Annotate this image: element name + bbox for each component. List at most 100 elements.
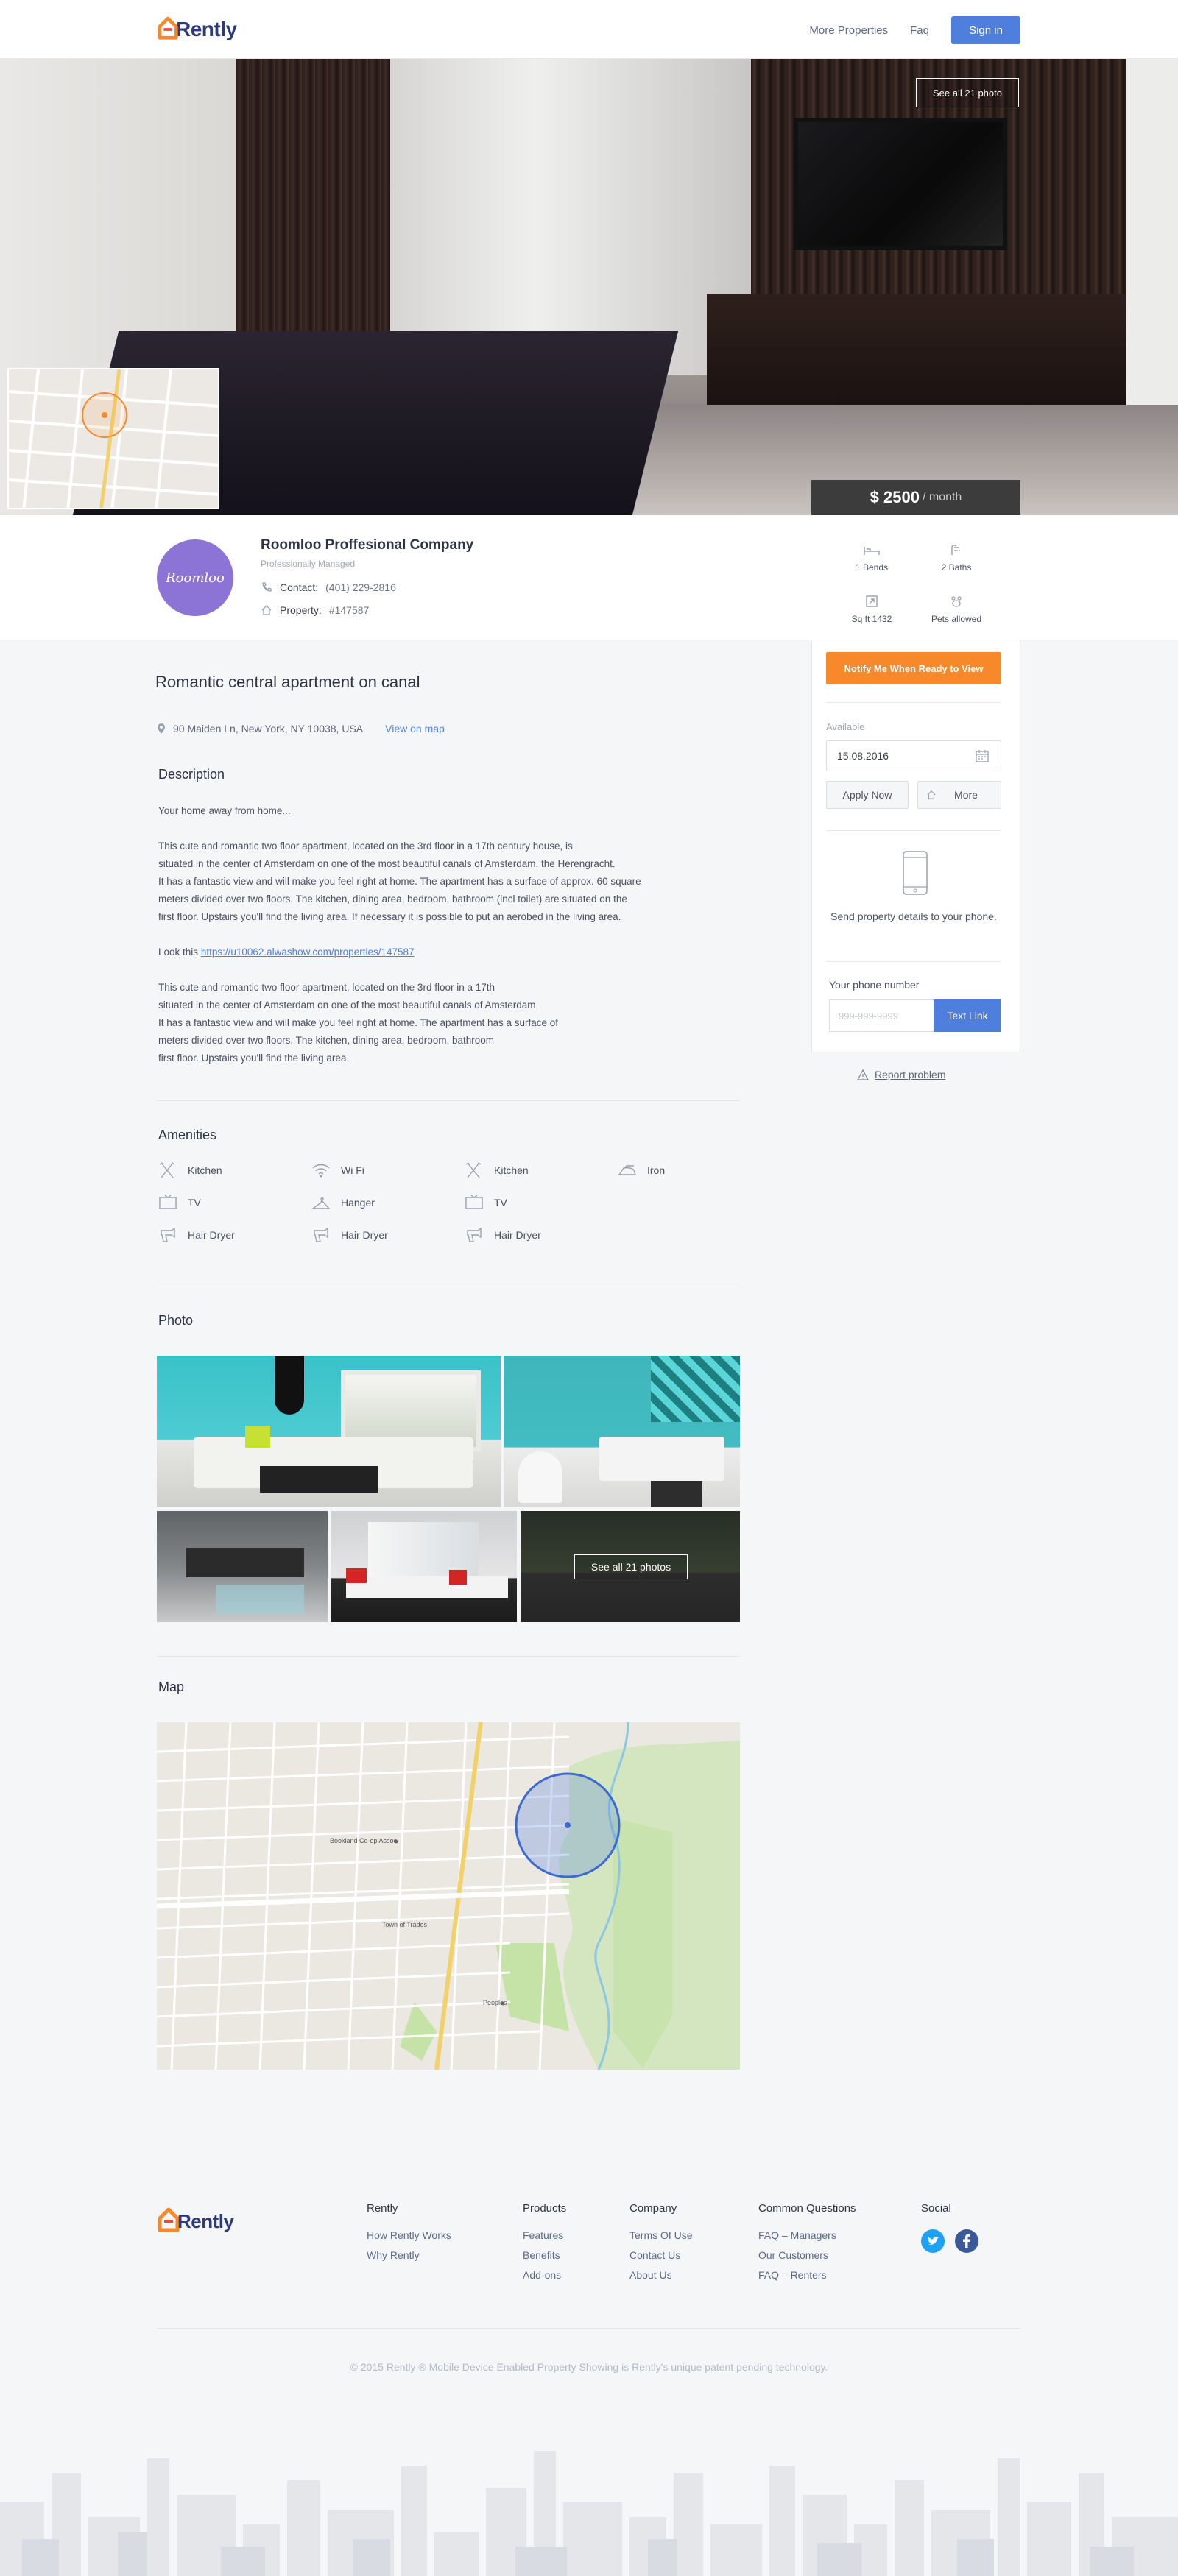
- tv-icon: [159, 1195, 177, 1209]
- shower-icon: [951, 545, 960, 555]
- phone-number-input[interactable]: [829, 999, 934, 1032]
- amenity-item: Kitchen: [158, 1161, 311, 1179]
- amenity-label: Hair Dryer: [494, 1229, 541, 1241]
- location-pin-icon: [158, 723, 165, 734]
- listing-title: Romantic central apartment on canal: [155, 673, 420, 691]
- kitchen-icon: [465, 1162, 482, 1178]
- footer-link[interactable]: Our Customers: [758, 2249, 856, 2261]
- desc-line: situated in the center of Amsterdam on o…: [158, 999, 539, 1011]
- kitchen-icon: [159, 1162, 175, 1178]
- fact-pets: Pets allowed: [916, 595, 997, 624]
- footer-link[interactable]: Why Rently: [367, 2249, 451, 2261]
- photo-sofa: [346, 1576, 508, 1598]
- footer-column-rently: Rently How Rently Works Why Rently: [367, 2202, 451, 2269]
- fact-label: Pets allowed: [931, 614, 982, 624]
- photo-window: [368, 1522, 479, 1577]
- footer-link[interactable]: Terms Of Use: [629, 2229, 693, 2241]
- amenity-item: Hair Dryer: [465, 1226, 618, 1244]
- available-label: Available: [826, 721, 865, 732]
- calendar-icon[interactable]: [975, 749, 990, 763]
- photo-table: [651, 1481, 702, 1507]
- mini-map[interactable]: [7, 368, 219, 509]
- more-label: More: [954, 789, 978, 801]
- fact-beds: 1 Bends: [831, 543, 912, 573]
- nav-faq[interactable]: Faq: [910, 24, 929, 37]
- twitter-icon[interactable]: [921, 2229, 945, 2253]
- desc-line: meters divided over two floors. The kitc…: [158, 1035, 494, 1046]
- footer-link[interactable]: FAQ – Managers: [758, 2229, 856, 2241]
- footer-column-company: Company Terms Of Use Contact Us About Us: [629, 2202, 693, 2289]
- fact-baths: 2 Baths: [916, 543, 997, 573]
- notify-me-button[interactable]: Notify Me When Ready to View: [826, 652, 1001, 684]
- footer-link[interactable]: Contact Us: [629, 2249, 693, 2261]
- footer-link[interactable]: How Rently Works: [367, 2229, 451, 2241]
- amenities-grid: Kitchen Wi Fi Kitchen Iron TV Hanger TV …: [158, 1161, 733, 1244]
- report-problem-link[interactable]: Report problem: [857, 1069, 946, 1080]
- description-link-line: Look this https://u10062.alwashow.com/pr…: [158, 944, 733, 961]
- photo-teal-room[interactable]: [504, 1356, 740, 1507]
- description-body: Your home away from home... This cute an…: [158, 802, 733, 1085]
- footer-link[interactable]: Benefits: [523, 2249, 566, 2261]
- hair-dryer-icon: [467, 1227, 482, 1242]
- mini-map-graphic: [9, 369, 218, 508]
- top-header: Rently More Properties Faq Sign in: [0, 0, 1178, 59]
- contact-value[interactable]: (401) 229-2816: [325, 581, 396, 593]
- city-skyline-illustration: [0, 2451, 1178, 2576]
- tv-icon: [465, 1195, 483, 1209]
- amenity-label: Wi Fi: [341, 1164, 364, 1176]
- photo-sofa: [599, 1437, 724, 1481]
- footer-logo[interactable]: Rently: [157, 2205, 234, 2237]
- footer-link[interactable]: About Us: [629, 2269, 693, 2281]
- desc-line: first floor. Upstairs you'll find the li…: [158, 911, 621, 922]
- footer-link[interactable]: Add-ons: [523, 2269, 566, 2281]
- amenity-item: Wi Fi: [311, 1161, 465, 1179]
- photo-pillow: [449, 1570, 467, 1585]
- footer-link[interactable]: FAQ – Renters: [758, 2269, 856, 2281]
- amenity-label: TV: [188, 1197, 201, 1209]
- company-name[interactable]: Roomloo Proffesional Company: [261, 537, 473, 553]
- property-url-link[interactable]: https://u10062.alwashow.com/properties/1…: [201, 946, 415, 958]
- company-avatar[interactable]: Roomloo: [157, 539, 233, 616]
- text-link-button[interactable]: Text Link: [934, 999, 1001, 1032]
- nav-more-properties[interactable]: More Properties: [809, 24, 888, 37]
- amenity-label: Hanger: [341, 1197, 375, 1209]
- desc-line: It has a fantastic view and will make yo…: [158, 1017, 559, 1028]
- home-icon: [261, 605, 272, 615]
- footer-column-title: Rently: [367, 2202, 398, 2215]
- hero-console: [707, 294, 1126, 412]
- property-map[interactable]: Bookland Co-op Assoc Town of Trades Peop…: [157, 1722, 740, 2070]
- amenity-item: Hanger: [311, 1194, 465, 1211]
- signin-button[interactable]: Sign in: [951, 16, 1020, 44]
- photo-gray-room[interactable]: [157, 1511, 328, 1622]
- description-heading: Description: [158, 767, 225, 782]
- copyright-text: © 2015 Rently ® Mobile Device Enabled Pr…: [350, 2361, 828, 2373]
- amenity-label: Hair Dryer: [341, 1229, 388, 1241]
- address-text: 90 Maiden Ln, New York, NY 10038, USA: [173, 723, 364, 735]
- footer-link[interactable]: Features: [523, 2229, 566, 2241]
- facebook-icon[interactable]: [955, 2229, 978, 2253]
- property-value: #147587: [328, 604, 370, 616]
- photo-living-room[interactable]: [157, 1356, 501, 1507]
- amenity-item: Iron: [618, 1161, 771, 1179]
- contact-label: Contact:: [280, 581, 319, 593]
- description-intro: Your home away from home...: [158, 805, 291, 816]
- see-all-photos-grid-button[interactable]: See all 21 photos: [574, 1554, 688, 1579]
- fact-label: Sq ft 1432: [851, 614, 892, 624]
- photo-red-sofa-room[interactable]: [331, 1511, 517, 1622]
- amenity-label: Hair Dryer: [188, 1229, 235, 1241]
- footer-column-title: Social: [921, 2202, 951, 2215]
- send-details-text: Send property details to your phone.: [830, 910, 997, 922]
- desc-line: situated in the center of Amsterdam on o…: [158, 858, 616, 869]
- company-property: Property: #147587: [261, 604, 369, 616]
- footer-divider: [157, 2328, 1021, 2329]
- see-all-photos-button[interactable]: See all 21 photo: [916, 78, 1019, 107]
- photo-wallpaper: [651, 1356, 740, 1422]
- fact-label: 1 Bends: [855, 562, 889, 573]
- amenity-item: TV: [465, 1194, 618, 1211]
- apply-now-button[interactable]: Apply Now: [826, 781, 909, 809]
- view-on-map-link[interactable]: View on map: [385, 723, 445, 735]
- photo-shelf: [186, 1548, 304, 1577]
- fact-label: 2 Baths: [941, 562, 972, 573]
- rently-logo[interactable]: Rently: [157, 13, 237, 46]
- paw-icon: [951, 596, 962, 607]
